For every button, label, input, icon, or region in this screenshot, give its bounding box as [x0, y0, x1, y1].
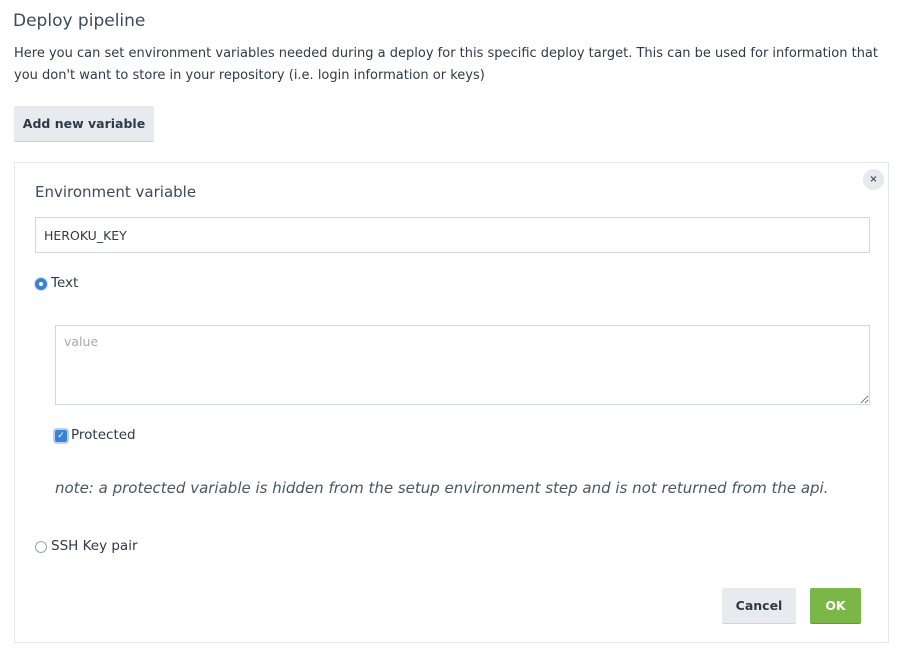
add-new-variable-button[interactable]: Add new variable [14, 106, 154, 142]
variable-name-input[interactable] [35, 217, 870, 253]
section-description: Here you can set environment variables n… [14, 46, 878, 83]
cancel-button[interactable]: Cancel [722, 588, 796, 624]
close-icon[interactable]: × [863, 169, 884, 190]
environment-variable-panel: × Environment variable Text ✓ Protected … [14, 162, 889, 643]
protected-note: note: a protected variable is hidden fro… [55, 479, 829, 497]
section-title: Deploy pipeline [13, 11, 146, 31]
text-radio[interactable] [35, 278, 47, 290]
ssh-key-pair-radio-label: SSH Key pair [51, 538, 138, 554]
ok-button[interactable]: OK [810, 588, 861, 624]
text-radio-label: Text [51, 275, 79, 291]
protected-checkbox[interactable]: ✓ [55, 430, 67, 442]
variable-value-textarea[interactable] [55, 325, 870, 405]
deploy-pipeline-page: Deploy pipeline Here you can set environ… [0, 0, 897, 651]
environment-variable-label: Environment variable [35, 183, 197, 201]
ssh-key-pair-radio[interactable] [35, 541, 47, 553]
protected-label: Protected [71, 427, 136, 443]
